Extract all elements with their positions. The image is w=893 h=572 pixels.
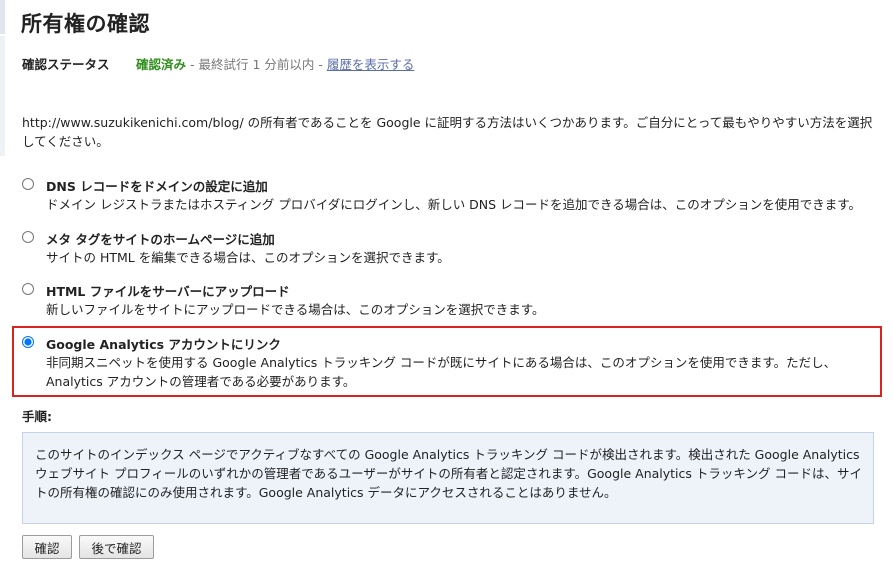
option-title: DNS レコードをドメインの設定に追加 <box>46 179 268 194</box>
option-dns-record[interactable]: DNS レコードをドメインの設定に追加 ドメイン レジストラまたはホスティング … <box>22 176 878 220</box>
show-history-link[interactable]: 履歴を表示する <box>327 57 415 72</box>
verification-status-row: 確認ステータス 確認済み - 最終試行 1 分前以内 - 履歴を表示する <box>22 54 414 73</box>
option-description: サイトの HTML を編集できる場合は、このオプションを選択できます。 <box>46 250 450 265</box>
verify-later-button[interactable]: 後で確認 <box>79 535 154 559</box>
last-attempt-text: 最終試行 1 分前以内 <box>198 57 315 72</box>
option-html-file[interactable]: HTML ファイルをサーバーにアップロード 新しいファイルをサイトにアップロード… <box>22 281 878 325</box>
option-title: メタ タグをサイトのホームページに追加 <box>46 232 275 247</box>
option-meta-tag[interactable]: メタ タグをサイトのホームページに追加 サイトの HTML を編集できる場合は、… <box>22 229 878 273</box>
steps-text: このサイトのインデックス ページでアクティブなすべての Google Analy… <box>35 447 862 500</box>
option-title: Google Analytics アカウントにリンク <box>46 337 281 352</box>
status-value: 確認済み <box>136 57 187 72</box>
status-separator: - <box>186 57 199 72</box>
steps-label: 手順: <box>22 409 52 424</box>
status-label: 確認ステータス <box>22 57 110 72</box>
radio-dns-record[interactable] <box>22 178 34 190</box>
option-description: ドメイン レジストラまたはホスティング プロバイダにログインし、新しい DNS … <box>46 197 862 212</box>
status-separator: - <box>314 57 327 72</box>
option-google-analytics[interactable]: Google Analytics アカウントにリンク 非同期スニペットを使用する… <box>22 334 878 394</box>
left-accent-bar <box>0 0 5 34</box>
verify-button[interactable]: 確認 <box>22 535 72 559</box>
option-description: 非同期スニペットを使用する Google Analytics トラッキング コー… <box>46 355 837 389</box>
steps-info-box: このサイトのインデックス ページでアクティブなすべての Google Analy… <box>22 432 874 524</box>
radio-meta-tag[interactable] <box>22 231 34 243</box>
page-title: 所有権の確認 <box>21 12 150 36</box>
option-description: 新しいファイルをサイトにアップロードできる場合は、このオプションを選択できます。 <box>46 302 545 317</box>
radio-google-analytics[interactable] <box>22 336 34 348</box>
intro-text: http://www.suzukikenichi.com/blog/ の所有者で… <box>22 115 873 149</box>
left-accent-bar-lower <box>0 36 5 156</box>
option-title: HTML ファイルをサーバーにアップロード <box>46 284 290 299</box>
radio-html-file[interactable] <box>22 283 34 295</box>
